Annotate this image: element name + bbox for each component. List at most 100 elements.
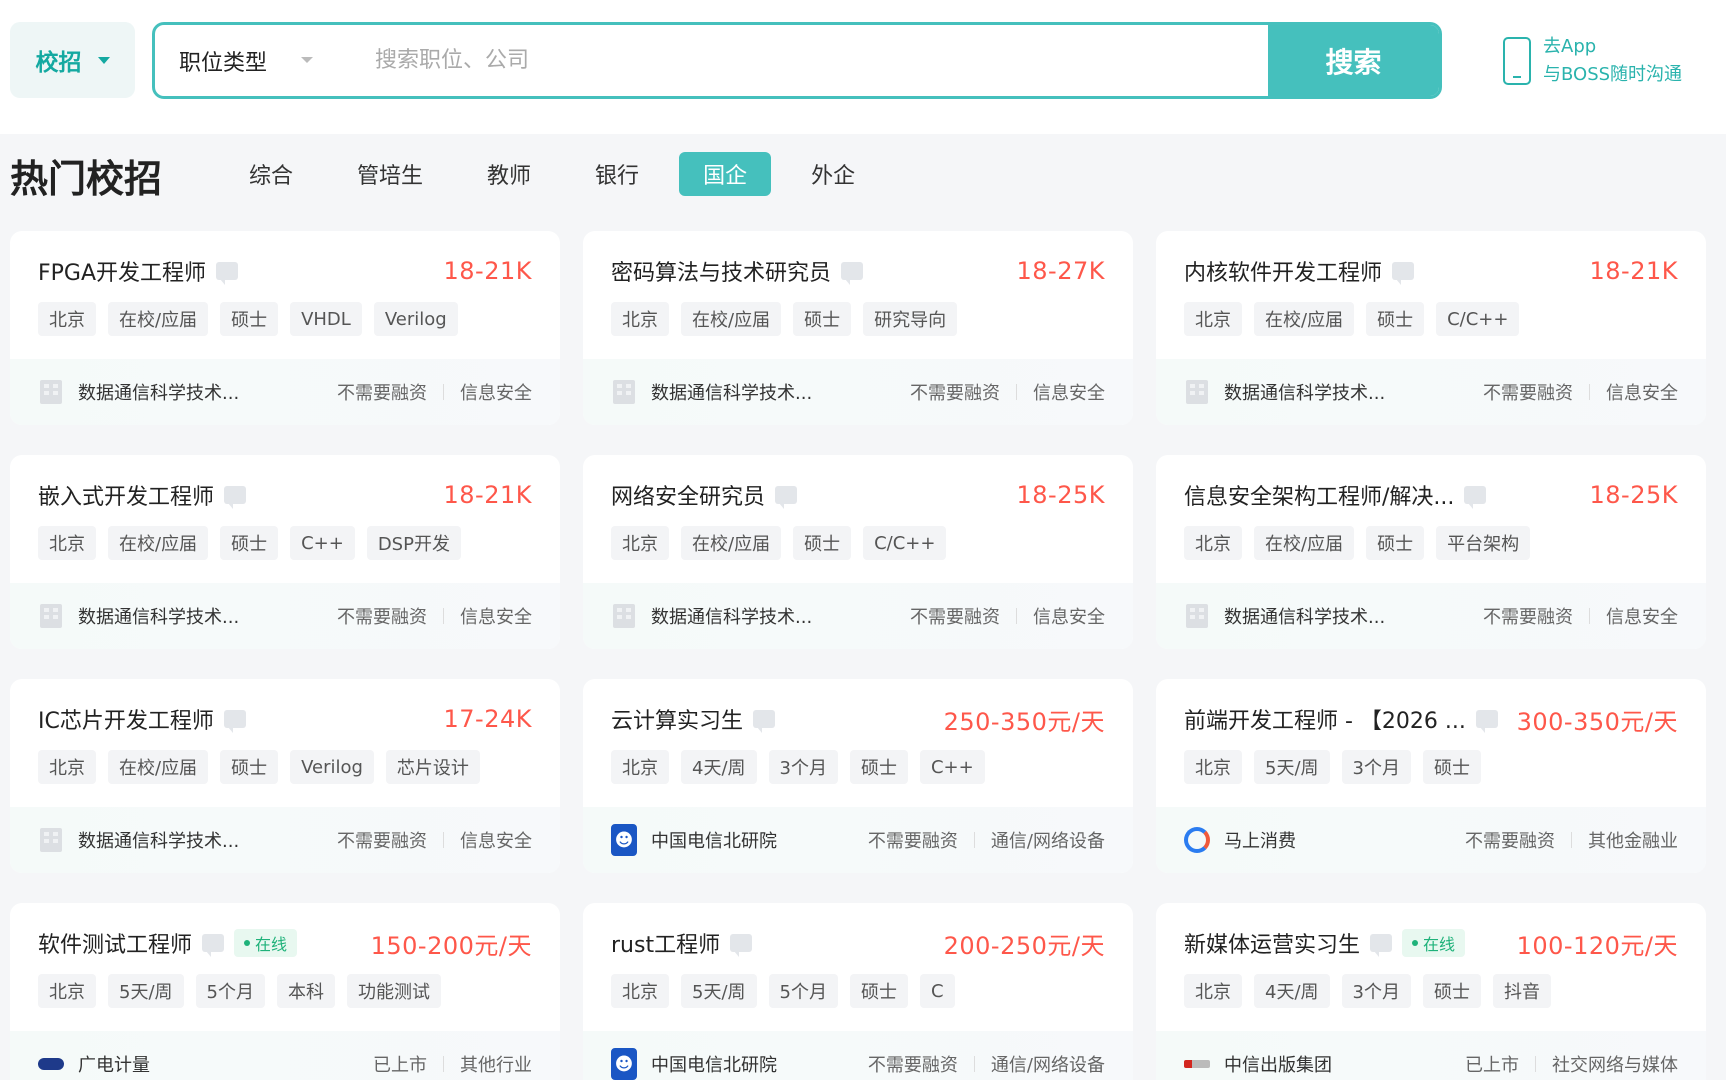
category-tabs: 综合 管培生 教师 银行 国企 外企 <box>225 152 895 196</box>
job-tags: 北京 5天/周 5个月 硕士 C <box>611 974 955 1008</box>
job-card[interactable]: 内核软件开发工程师 18-21K 北京 在校/应届 硕士 C/C++ 数据通信科学技术...… <box>1156 231 1706 425</box>
company-name[interactable]: 数据通信科学技术... <box>78 379 239 405</box>
job-title[interactable]: 新媒体运营实习生 <box>1184 927 1360 959</box>
job-tag: 芯片设计 <box>385 750 480 784</box>
job-title[interactable]: 嵌入式开发工程师 <box>38 479 214 511</box>
chat-icon[interactable] <box>216 262 239 285</box>
search-input[interactable] <box>375 25 1195 96</box>
company-info[interactable]: 数据通信科学技术... 不需要融资 信息安全 <box>10 583 560 649</box>
company-industry: 信息安全 <box>460 383 532 404</box>
company-name[interactable]: 马上消费 <box>1224 827 1296 853</box>
job-card[interactable]: 嵌入式开发工程师 18-21K 北京 在校/应届 硕士 C++ DSP开发 数据通信科学技术.… <box>10 455 560 649</box>
chat-icon[interactable] <box>1475 710 1498 733</box>
job-tag: 硕士 <box>793 302 852 336</box>
company-name[interactable]: 广电计量 <box>78 1051 150 1077</box>
company-name[interactable]: 数据通信科学技术... <box>651 379 812 405</box>
company-info[interactable]: 数据通信科学技术... 不需要融资 信息安全 <box>10 807 560 873</box>
company-name[interactable]: 中信出版集团 <box>1224 1051 1332 1077</box>
job-tag: 3个月 <box>1341 750 1411 784</box>
company-info[interactable]: 数据通信科学技术... 不需要融资 信息安全 <box>10 359 560 425</box>
chat-icon[interactable] <box>775 486 798 509</box>
job-type-dropdown[interactable]: 职位类型 <box>179 25 267 96</box>
job-card[interactable]: FPGA开发工程师 18-21K 北京 在校/应届 硕士 VHDL Verilog 数据通信科… <box>10 231 560 425</box>
company-name[interactable]: 数据通信科学技术... <box>1224 379 1385 405</box>
campus-recruit-dropdown[interactable]: 校招 <box>10 22 135 98</box>
job-title[interactable]: FPGA开发工程师 <box>38 255 206 287</box>
job-tags: 北京 5天/周 3个月 硕士 <box>1184 750 1481 784</box>
chat-icon[interactable] <box>753 710 776 733</box>
company-industry: 信息安全 <box>1606 383 1678 404</box>
job-tag: 北京 <box>1184 526 1242 560</box>
job-title[interactable]: 云计算实习生 <box>611 703 743 735</box>
company-name[interactable]: 中国电信北研院 <box>651 1051 777 1077</box>
job-card[interactable]: 新媒体运营实习生 在线 100-120元/天 北京 4天/周 3个月 硕士 抖音 中信出版集团 已… <box>1156 903 1706 1080</box>
job-tag: 5天/周 <box>681 974 757 1008</box>
job-tag: 本科 <box>276 974 335 1008</box>
job-card[interactable]: 网络安全研究员 18-25K 北京 在校/应届 硕士 C/C++ 数据通信科学技术... 不需… <box>583 455 1133 649</box>
company-funding: 不需要融资 <box>1483 383 1573 404</box>
company-name[interactable]: 中国电信北研院 <box>651 827 777 853</box>
job-title[interactable]: 密码算法与技术研究员 <box>611 255 831 287</box>
campus-dropdown-label: 校招 <box>35 50 82 76</box>
chat-icon[interactable] <box>224 486 247 509</box>
company-name[interactable]: 数据通信科学技术... <box>78 603 239 629</box>
chevron-down-icon[interactable] <box>301 57 313 63</box>
company-info[interactable]: 马上消费 不需要融资 其他金融业 <box>1156 807 1706 873</box>
company-info[interactable]: 数据通信科学技术... 不需要融资 信息安全 <box>583 583 1133 649</box>
chat-icon[interactable] <box>1392 262 1415 285</box>
online-badge: 在线 <box>1402 929 1466 957</box>
company-name[interactable]: 数据通信科学技术... <box>78 827 239 853</box>
job-title[interactable]: 信息安全架构工程师/解决... <box>1184 479 1454 511</box>
job-tag: 5天/周 <box>108 974 184 1008</box>
company-funding: 不需要融资 <box>337 383 427 404</box>
tab-2[interactable]: 教师 <box>463 152 555 196</box>
divider <box>443 608 444 624</box>
company-name[interactable]: 数据通信科学技术... <box>1224 603 1385 629</box>
job-tag: 北京 <box>1184 750 1242 784</box>
chat-icon[interactable] <box>841 262 864 285</box>
company-funding: 不需要融资 <box>337 607 427 628</box>
job-card[interactable]: rust工程师 200-250元/天 北京 5天/周 5个月 硕士 C ☻ 中国电信北研院 不需要… <box>583 903 1133 1080</box>
company-industry: 信息安全 <box>460 607 532 628</box>
job-tag: 硕士 <box>1422 974 1481 1008</box>
promo-line-2: 与BOSS随时沟通 <box>1543 64 1683 85</box>
job-title[interactable]: 内核软件开发工程师 <box>1184 255 1382 287</box>
job-card[interactable]: 软件测试工程师 在线 150-200元/天 北京 5天/周 5个月 本科 功能测试 广电计量 已上… <box>10 903 560 1080</box>
job-card[interactable]: 前端开发工程师 - 【2026 ... 300-350元/天 北京 5天/周 3个月 硕士… <box>1156 679 1706 873</box>
chat-icon[interactable] <box>202 934 225 957</box>
tab-5[interactable]: 外企 <box>787 152 879 196</box>
chat-icon[interactable] <box>223 710 246 733</box>
chat-icon[interactable] <box>1370 934 1393 957</box>
divider <box>1535 1056 1536 1072</box>
job-tag: VHDL <box>290 302 362 336</box>
job-card[interactable]: IC芯片开发工程师 17-24K 北京 在校/应届 硕士 Verilog 芯片设计 数据通信科… <box>10 679 560 873</box>
company-info[interactable]: ☻ 中国电信北研院 不需要融资 通信/网络设备 <box>583 1031 1133 1080</box>
company-info[interactable]: 数据通信科学技术... 不需要融资 信息安全 <box>1156 583 1706 649</box>
company-info[interactable]: 中信出版集团 已上市 社交网络与媒体 <box>1156 1031 1706 1080</box>
chat-icon[interactable] <box>730 934 753 957</box>
job-title[interactable]: rust工程师 <box>611 927 720 959</box>
company-info[interactable]: ☻ 中国电信北研院 不需要融资 通信/网络设备 <box>583 807 1133 873</box>
job-title[interactable]: 网络安全研究员 <box>611 479 765 511</box>
online-dot-icon <box>1412 940 1419 946</box>
tab-1[interactable]: 管培生 <box>333 152 447 196</box>
app-download-promo[interactable]: 去App 与BOSS随时沟通 <box>1503 30 1723 92</box>
company-info[interactable]: 数据通信科学技术... 不需要融资 信息安全 <box>583 359 1133 425</box>
chat-icon[interactable] <box>1464 486 1487 509</box>
job-card[interactable]: 密码算法与技术研究员 18-27K 北京 在校/应届 硕士 研究导向 数据通信科学技术...… <box>583 231 1133 425</box>
job-tag: 北京 <box>1184 974 1242 1008</box>
job-card[interactable]: 信息安全架构工程师/解决... 18-25K 北京 在校/应届 硕士 平台架构 数据通信科学… <box>1156 455 1706 649</box>
divider <box>443 1056 444 1072</box>
tab-4[interactable]: 国企 <box>679 152 772 196</box>
job-title[interactable]: 软件测试工程师 <box>38 927 192 959</box>
tab-3[interactable]: 银行 <box>571 152 663 196</box>
company-funding: 不需要融资 <box>910 383 1000 404</box>
job-card[interactable]: 云计算实习生 250-350元/天 北京 4天/周 3个月 硕士 C++ ☻ 中国电信北研院 不需… <box>583 679 1133 873</box>
tab-0[interactable]: 综合 <box>225 152 317 196</box>
search-button[interactable]: 搜索 <box>1268 25 1439 96</box>
company-name[interactable]: 数据通信科学技术... <box>651 603 812 629</box>
company-info[interactable]: 数据通信科学技术... 不需要融资 信息安全 <box>1156 359 1706 425</box>
job-title[interactable]: 前端开发工程师 - 【2026 ... <box>1184 703 1466 735</box>
job-title[interactable]: IC芯片开发工程师 <box>38 703 214 735</box>
company-info[interactable]: 广电计量 已上市 其他行业 <box>10 1031 560 1080</box>
